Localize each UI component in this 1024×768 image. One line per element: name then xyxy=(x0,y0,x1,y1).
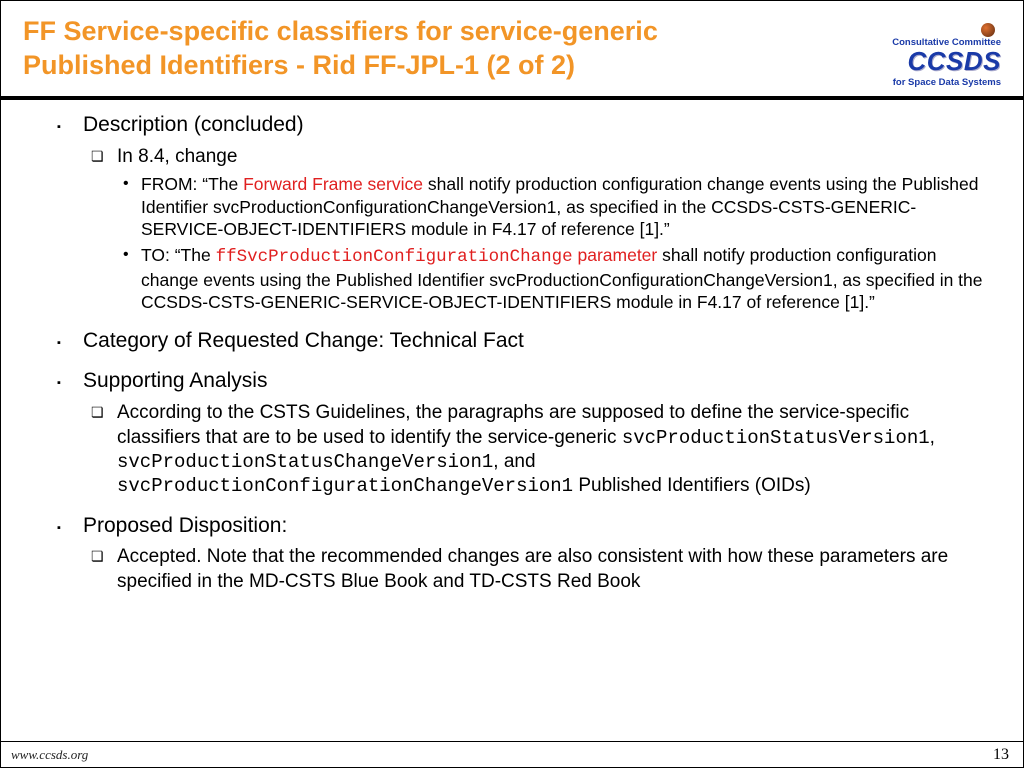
globe-icon xyxy=(981,23,995,37)
list-item-text: Proposed Disposition: xyxy=(83,513,985,540)
bullet-list: ▪Description (concluded)❏In 8.4, change•… xyxy=(57,112,985,594)
list-item-text: TO: “The ffSvcProductionConfigurationCha… xyxy=(141,244,985,313)
list-item: •TO: “The ffSvcProductionConfigurationCh… xyxy=(123,244,985,313)
list-item: ❏In 8.4, change•FROM: “The Forward Frame… xyxy=(91,145,985,314)
logo-line2: for Space Data Systems xyxy=(803,77,1001,88)
list-item-text: Description (concluded) xyxy=(83,112,985,139)
footer-url: www.ccsds.org xyxy=(11,747,88,763)
list-item-text: Supporting Analysis xyxy=(83,368,985,395)
list-item: ▪Supporting Analysis ❏According to the CS… xyxy=(57,368,985,498)
bullet-icon: ▪ xyxy=(57,513,83,540)
text-run: TO: “The xyxy=(141,245,216,265)
bullet-icon: ▪ xyxy=(57,112,83,139)
list-item-text: FROM: “The Forward Frame service shall n… xyxy=(141,173,985,240)
slide: FF Service-specific classifiers for serv… xyxy=(0,0,1024,768)
bullet-icon: ❏ xyxy=(91,545,117,594)
bullet-icon: ▪ xyxy=(57,368,83,395)
list-item: ▪Proposed Disposition: ❏Accepted. Note th… xyxy=(57,513,985,595)
list-item-text: In 8.4, change xyxy=(117,145,985,169)
sublist: •FROM: “The Forward Frame service shall … xyxy=(123,173,985,313)
list-item: ❏According to the CSTS Guidelines, the p… xyxy=(91,401,985,498)
bullet-icon: • xyxy=(123,173,141,240)
list-item: ❏Accepted. Note that the recommended cha… xyxy=(91,545,985,594)
text-run: FROM: “The xyxy=(141,174,243,194)
content-area: ▪Description (concluded)❏In 8.4, change•… xyxy=(1,100,1023,741)
bullet-icon: • xyxy=(123,244,141,313)
text-run: , xyxy=(930,427,935,448)
slide-title: FF Service-specific classifiers for serv… xyxy=(23,15,663,83)
text-run: svcProductionStatusChangeVersion1 xyxy=(117,451,493,473)
list-item: ▪Category of Requested Change: Technical… xyxy=(57,328,985,355)
bullet-icon: ▪ xyxy=(57,328,83,355)
list-item-text: Accepted. Note that the recommended chan… xyxy=(117,545,985,594)
text-run: Published Identifiers (OIDs) xyxy=(573,475,811,496)
list-item-text: Category of Requested Change: Technical … xyxy=(83,328,985,355)
bullet-icon: ❏ xyxy=(91,401,117,498)
sublist: ❏According to the CSTS Guidelines, the p… xyxy=(91,401,985,498)
text-run: svcProductionStatusVersion1 xyxy=(622,427,930,449)
page-number: 13 xyxy=(993,746,1009,764)
bullet-icon: ❏ xyxy=(91,145,117,169)
text-run: parameter xyxy=(573,245,658,265)
footer: www.ccsds.org 13 xyxy=(1,741,1023,767)
list-item: ▪Description (concluded) ❏In 8.4, change •… xyxy=(57,112,985,314)
ccsds-logo: Consultative Committee CCSDS for Space D… xyxy=(803,15,1001,88)
sublist: ❏In 8.4, change•FROM: “The Forward Frame… xyxy=(91,145,985,314)
text-run: svcProductionConfigurationChangeVersion1 xyxy=(117,475,573,497)
text-run: , and xyxy=(493,451,535,472)
list-item-text: According to the CSTS Guidelines, the pa… xyxy=(117,401,985,498)
list-item: •FROM: “The Forward Frame service shall … xyxy=(123,173,985,240)
logo-brand: CCSDS xyxy=(907,46,1001,76)
header: FF Service-specific classifiers for serv… xyxy=(1,1,1023,96)
sublist: ❏Accepted. Note that the recommended cha… xyxy=(91,545,985,594)
text-run: ffSvcProductionConfigurationChange xyxy=(216,247,573,267)
text-run: Forward Frame service xyxy=(243,174,423,194)
